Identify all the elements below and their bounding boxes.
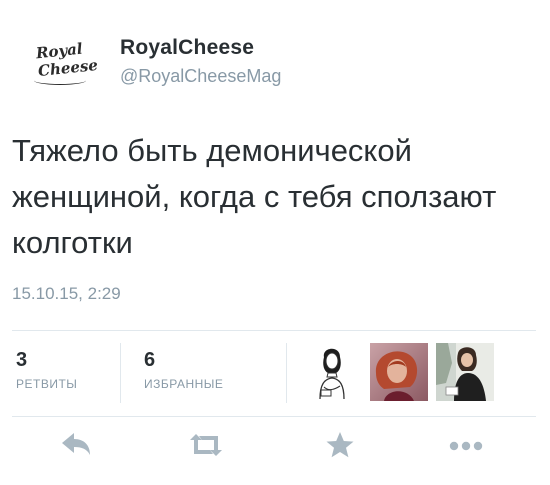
retweets-stat[interactable]: 3 РЕТВИТЫ — [12, 331, 120, 416]
retweet-icon[interactable] — [186, 429, 226, 461]
tweet-header: Royal Cheese RoyalCheese @RoyalCheeseMag — [26, 36, 526, 92]
favorite-star-icon[interactable] — [320, 429, 360, 461]
stat-separator — [286, 343, 287, 403]
more-dots-icon[interactable] — [446, 429, 486, 461]
reply-icon[interactable] — [56, 429, 96, 461]
retweets-count: 3 — [16, 349, 28, 371]
tweet-card: Royal Cheese RoyalCheese @RoyalCheeseMag… — [0, 0, 550, 485]
stat-separator — [120, 343, 121, 403]
favorites-stat[interactable]: 6 ИЗБРАННЫЕ — [122, 331, 282, 416]
logo-swoosh — [34, 76, 86, 85]
display-name[interactable]: RoyalCheese — [120, 36, 254, 60]
tweet-actions — [12, 417, 536, 473]
tweet-stats: 3 РЕТВИТЫ 6 ИЗБРАННЫЕ — [12, 331, 536, 416]
retweets-label: РЕТВИТЫ — [16, 377, 78, 391]
favoriters-avatars — [306, 343, 536, 403]
tweet-timestamp[interactable]: 15.10.15, 2:29 — [12, 284, 121, 304]
sketch-woman-avatar[interactable] — [306, 343, 358, 401]
user-handle[interactable]: @RoyalCheeseMag — [120, 66, 281, 87]
favorites-count: 6 — [144, 349, 156, 371]
favorites-label: ИЗБРАННЫЕ — [144, 377, 224, 391]
user-avatar[interactable]: Royal Cheese — [32, 40, 99, 90]
woman-red-hair-avatar[interactable] — [370, 343, 428, 401]
woman-black-top-avatar[interactable] — [436, 343, 494, 401]
tweet-text: Тяжело быть демонической женщиной, когда… — [12, 133, 497, 260]
